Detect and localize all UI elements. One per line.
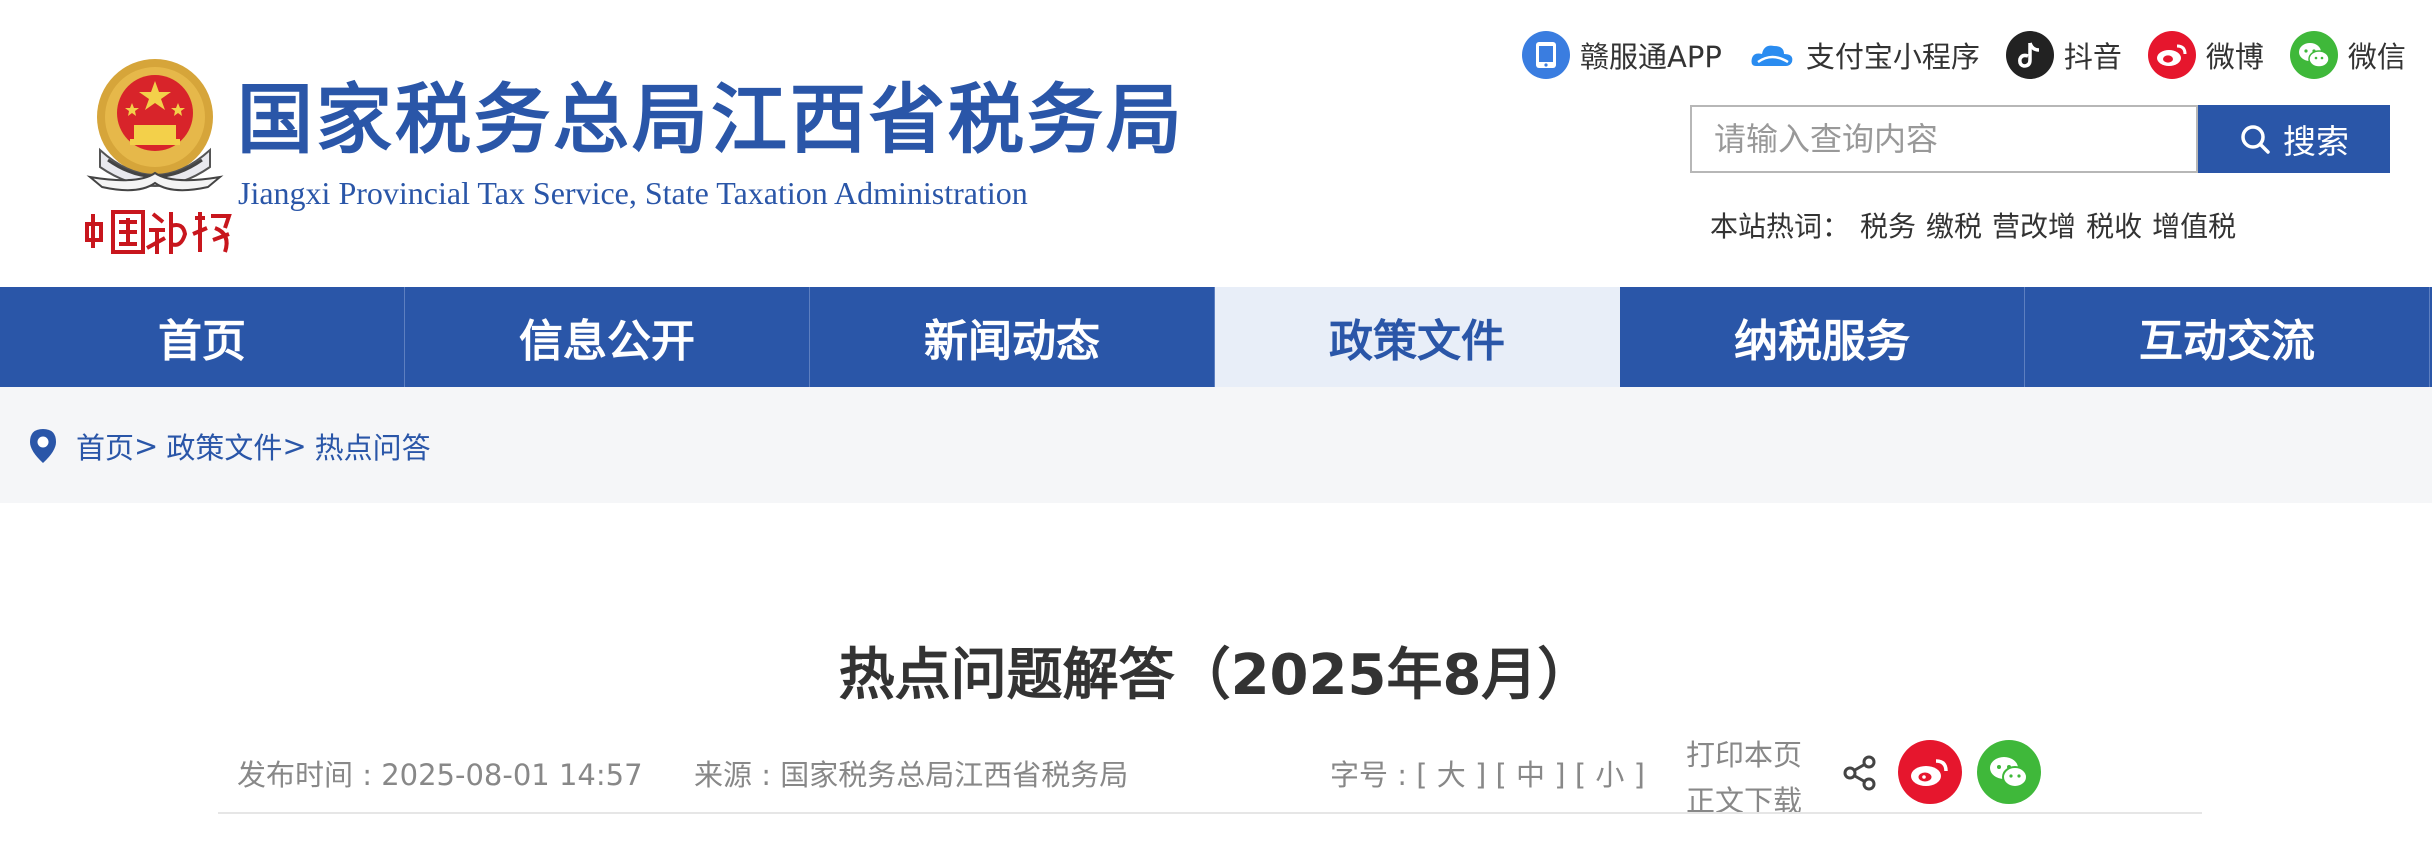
wechat-icon — [1990, 757, 2028, 788]
hot-words: 本站热词： 税务 缴税 营改增 税收 增值税 — [1710, 205, 2246, 245]
app-link-weibo[interactable]: 微博 — [2147, 31, 2264, 79]
font-size-large[interactable]: [ 大 ] — [1416, 758, 1486, 792]
font-size-selector: 字号 : [ 大 ] [ 中 ] [ 小 ] — [1330, 752, 1645, 794]
search-icon — [2241, 125, 2270, 154]
breadcrumb-separator: > — [134, 429, 159, 463]
hot-word-link[interactable]: 税收 — [2086, 205, 2142, 245]
main-nav: 首页 信息公开 新闻动态 政策文件 纳税服务 互动交流 — [0, 287, 2432, 387]
breadcrumb-link-hot-qa[interactable]: 热点问答 — [315, 425, 431, 467]
site-title: 国家税务总局江西省税务局 — [237, 75, 1185, 164]
article-title: 热点问题解答（2025年8月） — [838, 643, 1594, 708]
breadcrumb-separator: > — [282, 429, 307, 463]
app-link-label: 抖音 — [2063, 40, 2122, 74]
breadcrumb-bar: 首页 > 政策文件 > 热点问答 — [0, 387, 2432, 503]
font-size-label: 字号 : — [1330, 758, 1407, 792]
share-icon[interactable] — [1842, 755, 1878, 791]
publish-date: 发布时间 : 2025-08-01 14:57 — [237, 758, 643, 792]
douyin-icon — [2005, 31, 2054, 79]
search-button-label: 搜索 — [2283, 122, 2349, 161]
hot-word-link[interactable]: 税务 — [1860, 205, 1916, 245]
weibo-icon — [1911, 759, 1948, 786]
nav-item-news[interactable]: 新闻动态 — [810, 287, 1215, 387]
breadcrumb-link-policy[interactable]: 政策文件 — [166, 425, 282, 467]
site-header: 国家税务总局江西省税务局 Jiangxi Provincial Tax Serv… — [0, 0, 2432, 287]
app-link-alipay-miniapp[interactable]: 支付宝小程序 — [1748, 31, 1980, 79]
hot-word-link[interactable]: 增值税 — [2152, 205, 2236, 245]
app-link-label: 赣服通APP — [1580, 40, 1722, 74]
location-pin-icon — [30, 429, 56, 463]
wechat-icon — [2289, 31, 2338, 79]
app-link-ganfutong[interactable]: 赣服通APP — [1522, 31, 1722, 79]
download-text-link[interactable]: 正文下载 — [1686, 778, 1802, 824]
app-link-label: 微博 — [2205, 40, 2264, 74]
breadcrumb-link-home[interactable]: 首页 — [76, 425, 134, 467]
print-download-links: 打印本页 正文下载 — [1686, 732, 1802, 824]
national-emblem-logo — [86, 59, 224, 192]
app-link-label: 支付宝小程序 — [1805, 40, 1980, 74]
nav-item-home[interactable]: 首页 — [0, 287, 405, 387]
print-page-link[interactable]: 打印本页 — [1686, 732, 1802, 778]
article-source: 来源 : 国家税务总局江西省税务局 — [694, 758, 1129, 792]
app-links-bar: 赣服通APP 支付宝小程序 抖音 微博 微信 — [1522, 30, 2406, 80]
font-size-small[interactable]: [ 小 ] — [1575, 758, 1645, 792]
site-subtitle: Jiangxi Provincial Tax Service, State Ta… — [238, 175, 1028, 211]
phone-app-icon — [1522, 31, 1570, 79]
nav-item-policy-documents[interactable]: 政策文件 — [1215, 287, 1620, 387]
search-input[interactable] — [1690, 105, 2198, 173]
share-weibo-button[interactable] — [1898, 740, 1962, 804]
hot-word-link[interactable]: 缴税 — [1926, 205, 1982, 245]
share-wechat-button[interactable] — [1977, 740, 2041, 804]
app-link-douyin[interactable]: 抖音 — [2005, 31, 2122, 79]
hot-words-label: 本站热词： — [1710, 210, 1851, 243]
nav-item-tax-services[interactable]: 纳税服务 — [1620, 287, 2025, 387]
china-tax-seal-logo — [85, 210, 232, 254]
font-size-medium[interactable]: [ 中 ] — [1496, 758, 1566, 792]
hot-word-link[interactable]: 营改增 — [1992, 205, 2076, 245]
breadcrumb: 首页 > 政策文件 > 热点问答 — [28, 425, 431, 467]
app-link-wechat[interactable]: 微信 — [2289, 31, 2406, 79]
app-link-label: 微信 — [2347, 40, 2406, 74]
search-button[interactable]: 搜索 — [2198, 105, 2390, 173]
weibo-icon — [2147, 31, 2196, 79]
meta-divider — [218, 812, 2202, 814]
nav-item-interaction[interactable]: 互动交流 — [2025, 287, 2430, 387]
cloud-icon — [1748, 31, 1796, 79]
nav-item-info-disclosure[interactable]: 信息公开 — [405, 287, 810, 387]
